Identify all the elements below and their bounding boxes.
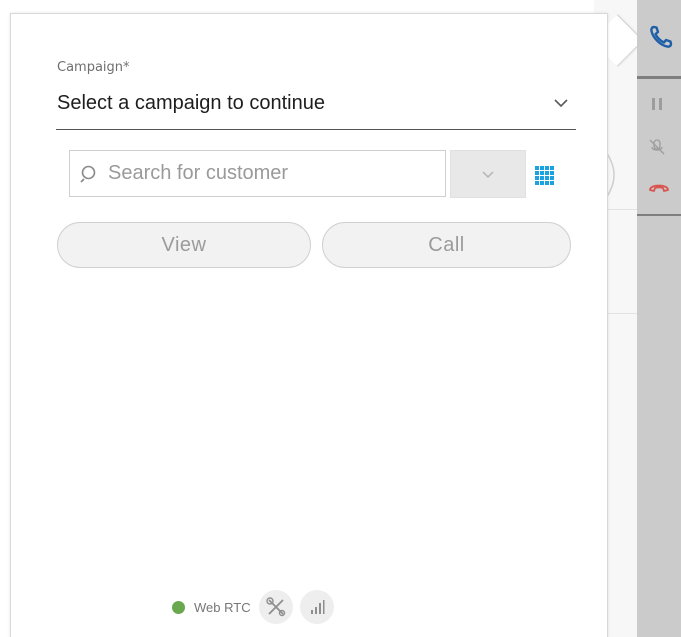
connection-label: Web RTC [194, 599, 251, 615]
connection-status: Web RTC [172, 590, 341, 624]
chevron-down-icon [554, 99, 568, 108]
search-placeholder: Search for customer [108, 162, 289, 184]
dialpad-grid-icon[interactable] [535, 166, 555, 186]
mic-off-icon[interactable] [648, 138, 666, 156]
hangup-icon[interactable] [648, 180, 670, 194]
search-icon [80, 165, 96, 183]
divider [637, 76, 681, 79]
status-dot [172, 600, 185, 614]
signal-bars-icon[interactable] [299, 590, 334, 624]
call-button[interactable]: Call [322, 222, 571, 268]
divider [637, 214, 681, 216]
chevron-down-icon [482, 171, 494, 179]
view-button[interactable]: View [57, 222, 311, 268]
tools-icon[interactable] [258, 590, 293, 624]
campaign-select[interactable]: Select a campaign to continue [56, 88, 576, 130]
search-filter-dropdown[interactable] [450, 150, 526, 198]
call-controls-rail [637, 0, 681, 637]
softphone-screen: Campaign* Select a campaign to continue … [0, 0, 681, 637]
pause-icon[interactable] [650, 97, 664, 111]
phone-icon[interactable] [648, 24, 674, 50]
pointer-mask [586, 14, 604, 74]
campaign-select-value: Select a campaign to continue [57, 92, 325, 114]
campaign-label: Campaign* [57, 60, 130, 75]
customer-search-input[interactable]: Search for customer [69, 150, 446, 197]
